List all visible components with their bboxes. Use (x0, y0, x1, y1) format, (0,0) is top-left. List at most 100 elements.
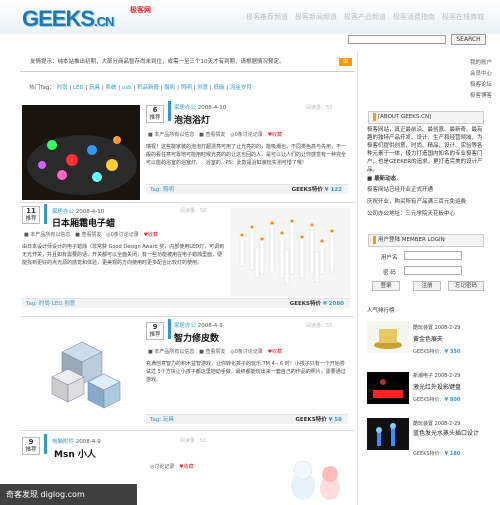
about-text: 极客网站，真正最前沿、最创意、最新奇、最有趣的独特产品开发、设计、生产和经营领域… (367, 127, 483, 173)
category-link[interactable]: 家居办公 2008-4-9 (174, 321, 223, 329)
sidebar-link-cart[interactable]: 我的账户 (470, 58, 492, 66)
news-item[interactable]: 庆祝开业，购买所有产品满三百元免运费 (367, 197, 466, 205)
product-footer: Tag: 照明 GEEKS特价 ¥ 122 (146, 184, 348, 194)
favorite-link[interactable]: ♥收藏 (268, 349, 283, 355)
login-title: 用户登陆 MEMBER LOGIN (368, 234, 484, 247)
read-count: 阅读量：51 (180, 438, 207, 444)
tag-link[interactable]: 摄影 (164, 85, 175, 91)
password-label: 密 码 (383, 270, 396, 276)
tag-link[interactable]: 玩具 (89, 85, 100, 91)
notice-text: 友情提示：纯本站推出初期，大部分商品暂存尚未到位，或需一至三个10天才有到期，请… (30, 59, 285, 65)
login-button[interactable]: 登录 (372, 281, 400, 291)
nav-item[interactable]: 极客产品频道 (344, 12, 388, 22)
about-title: [ABOUT GEEKS.CN] (368, 111, 484, 124)
product-footer: Tag: 时尚 LED 创意 GEEKS特价 ¥ 2080 (22, 298, 350, 308)
product-title[interactable]: 泡泡浴灯 (174, 113, 210, 126)
tag-link[interactable]: 时尚 LED 创意 (39, 301, 75, 307)
site-logo[interactable]: GEEKS.CN (22, 6, 114, 32)
popular-price: GEEKS特价：¥ 800 (413, 397, 461, 403)
product-meta: ■ 本产品所有以信息 ■ 查看赞友 ◎0条讨论记录 ♥收藏 (24, 232, 159, 238)
product-description: 瑞视！这些能家装的泡泡灯超漂亮可用了让光亮的的，能吸潮也，不同类色高与先用，不一… (146, 144, 347, 166)
news-item[interactable]: 公司办公地址：三元学院天花板中心 (367, 209, 455, 217)
nav-item[interactable]: 极客新闻频道 (295, 12, 339, 22)
product-footer: Tag: 玩具 GEEKS特价 ¥ 58 (146, 414, 348, 424)
forgot-password-button[interactable]: 忘记密码 (448, 281, 484, 291)
popular-price: GEEKS特价：¥ 330 (413, 349, 461, 355)
tag-link[interactable]: 照明 (181, 85, 192, 91)
top-nav: 极客推荐频道 极客新闻频道 极客产品频道 极客消费指南 极客在线商城 (246, 12, 486, 22)
news-heading: ■ 最新动态 (367, 176, 397, 182)
popular-image[interactable] (367, 372, 409, 404)
rss-icon[interactable]: ⊞ (339, 58, 352, 66)
popular-image[interactable] (367, 418, 409, 450)
register-button[interactable]: 注册 (413, 281, 441, 291)
popular-meta: 酷玩装置 2008-2-29 (413, 325, 461, 331)
product-image[interactable] (22, 105, 140, 200)
username-label: 用户名 (381, 255, 398, 261)
tag-link[interactable]: usb (122, 85, 132, 91)
tag-link[interactable]: LED (73, 85, 84, 91)
logo-tagline: 极客网 (130, 6, 151, 14)
vote-box[interactable]: 6 推荐 (146, 105, 164, 123)
username-field[interactable] (404, 251, 462, 260)
product-title[interactable]: 日本厢霜电子蜡 (52, 216, 115, 229)
search-button[interactable]: SEARCH (451, 34, 486, 45)
product-meta: ■ 本产品所有以信息 ■ 查看赞友 ◎0条讨论记录 ♥收藏 (148, 132, 283, 138)
product-title[interactable]: Msn 小人 (54, 447, 96, 460)
card-divider (20, 316, 355, 317)
tag-link[interactable]: 玩具 (163, 417, 174, 423)
product-image[interactable] (22, 322, 142, 426)
popular-price: GEEKS特价：¥ 180 (413, 451, 461, 457)
accent-bar (168, 101, 171, 121)
product-meta: ◎讨论记录 ♥收藏 (150, 464, 194, 470)
nav-item[interactable]: 极客消费指南 (393, 12, 437, 22)
vote-box[interactable]: 9 推荐 (146, 322, 164, 340)
product-description: 充满创意智力的积木益智游戏，让你转化孩子的玩乐 TM 4-- 6 时！小孩子只有… (146, 361, 346, 383)
read-count: 阅读量：55 (306, 323, 333, 329)
product-title[interactable]: 智力修皮数 (174, 331, 219, 344)
accent-bar (44, 434, 47, 454)
tag-link[interactable]: 照明 (163, 187, 174, 193)
tag-link[interactable]: 低碳 (214, 85, 225, 91)
news-item[interactable]: 极客网站已经开业正式开通 (367, 185, 433, 193)
product-meta: ■ 本产品所有以信息 ■ 查看赞友 ◎0条讨论记录 ♥收藏 (148, 349, 283, 355)
category-link[interactable]: 电脑附件 2008-4-9 (52, 437, 101, 445)
read-count: 阅读量：58 (180, 208, 207, 214)
product-image[interactable] (275, 436, 350, 505)
favorite-link[interactable]: ♥收藏 (144, 232, 159, 238)
popular-name[interactable]: 蓝色发光水蒸头插口设计 (413, 430, 491, 438)
favorite-link[interactable]: ♥收藏 (268, 132, 283, 138)
tag-link[interactable]: 流金岁月 (230, 85, 252, 91)
vote-box[interactable]: 11 推荐 (22, 206, 40, 224)
nav-item[interactable]: 极客在线商城 (442, 12, 486, 22)
popular-image[interactable] (367, 321, 409, 353)
tag-link[interactable]: 时尚 (57, 85, 68, 91)
card-divider (20, 202, 355, 203)
popular-meta: 新潮电子 2008-2-29 (413, 373, 461, 379)
search-input[interactable] (348, 35, 446, 44)
sidebar-link-forum[interactable]: 极客论坛 (470, 80, 492, 88)
accent-bar (44, 204, 47, 224)
hot-tag-row: 热门Tag： 时尚 | LED | 玩具 | 系统 | usb | 积品新奇 |… (29, 85, 252, 91)
popular-meta: 酷玩装置 2008-2-29 (413, 421, 461, 427)
card-divider (20, 430, 355, 431)
tag-link[interactable]: 创意 (197, 85, 208, 91)
divider (20, 71, 355, 72)
tag-link[interactable]: 积品新奇 (137, 85, 159, 91)
category-link[interactable]: 家居办公 2008-4-10 (174, 103, 226, 111)
password-field[interactable] (404, 266, 462, 275)
favorite-link[interactable]: ♥收藏 (179, 464, 194, 470)
tag-link[interactable]: 系统 (105, 85, 116, 91)
watermark: 奇客发现 diglog.com (0, 484, 137, 505)
sidebar-link-blog[interactable]: 极客博客 (470, 91, 492, 99)
nav-item[interactable]: 极客推荐频道 (246, 12, 290, 22)
sidebar-link-member[interactable]: 会员中心 (470, 69, 492, 77)
popular-name[interactable]: 黄金色展夫 (413, 334, 443, 343)
category-link[interactable]: 家居办公 2008-4-10 (52, 207, 104, 215)
site-header: GEEKS.CN 极客网 极客推荐频道 极客新闻频道 极客产品频道 极客消费指南… (0, 0, 500, 34)
accent-bar (168, 319, 171, 339)
read-count: 阅读量：53 (306, 105, 333, 111)
product-image[interactable] (230, 208, 350, 296)
popular-name[interactable]: 激光红外投影键盘 (413, 382, 461, 391)
vote-box[interactable]: 9 推荐 (22, 437, 40, 455)
